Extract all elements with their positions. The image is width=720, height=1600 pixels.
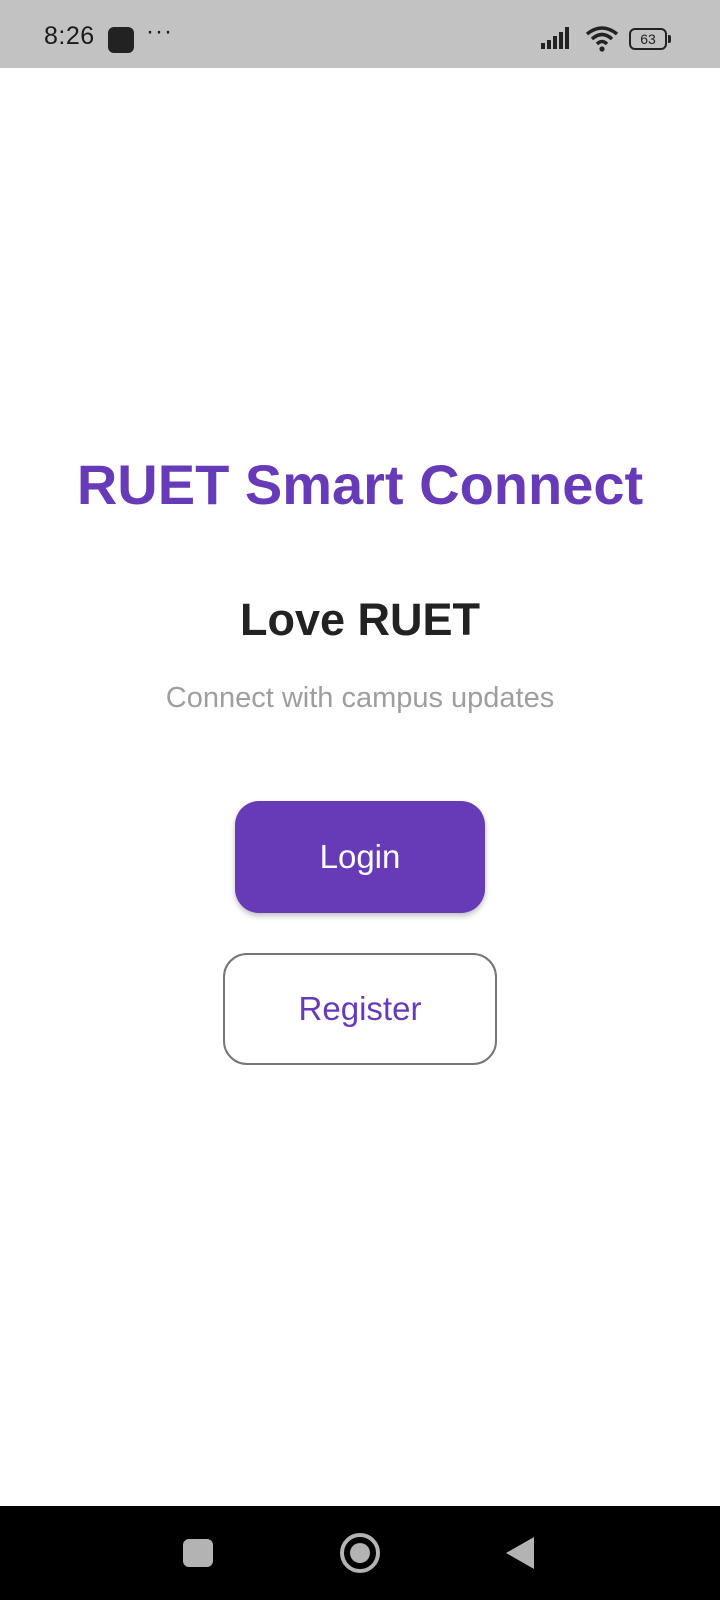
status-bar: 8:26 ··· 63 [0, 0, 720, 68]
register-button[interactable]: Register [223, 953, 497, 1065]
wifi-icon [585, 26, 619, 52]
recents-icon[interactable] [183, 1539, 213, 1567]
navigation-bar [0, 1506, 720, 1600]
home-icon[interactable] [340, 1533, 380, 1573]
tagline: Love RUET [239, 594, 481, 645]
app-title: RUET Smart Connect [76, 453, 644, 516]
subtitle: Connect with campus updates [165, 682, 555, 714]
battery-tip [668, 35, 671, 43]
battery-icon: 63 [629, 28, 671, 50]
login-button[interactable]: Login [235, 801, 485, 913]
more-notifications-indicator: ··· [146, 18, 173, 45]
signal-icon [541, 27, 569, 49]
back-icon[interactable] [506, 1537, 534, 1569]
status-time: 8:26 [44, 22, 95, 50]
home-icon-center [350, 1543, 370, 1563]
welcome-screen: 8:26 ··· 63 RUET Smart Connect Love RUET… [0, 0, 720, 1600]
battery-level: 63 [629, 28, 667, 50]
app-notification-icon [108, 27, 134, 53]
